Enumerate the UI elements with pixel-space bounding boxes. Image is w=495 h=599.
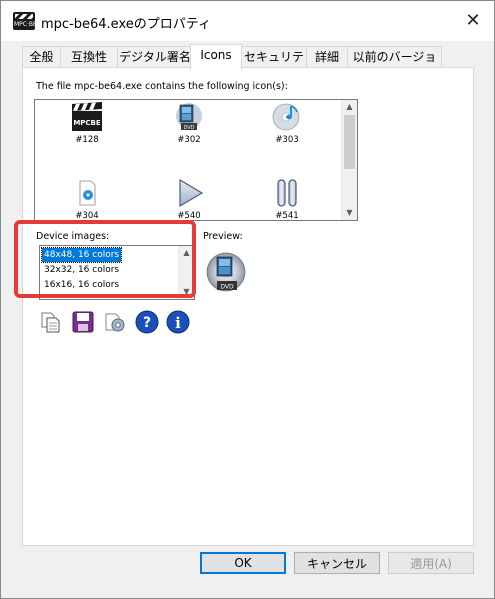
tab-compatibility[interactable]: 互換性 xyxy=(60,46,118,68)
dvd-disc-preview-icon: DVD xyxy=(205,251,247,295)
help-icon[interactable]: ? xyxy=(135,310,159,334)
mpcbe-clapper-icon: MPCBE xyxy=(71,102,103,132)
svg-text:DVD: DVD xyxy=(183,125,194,131)
close-button[interactable]: ✕ xyxy=(460,9,486,33)
tab-details[interactable]: 詳細 xyxy=(306,46,348,68)
play-icon xyxy=(173,178,205,208)
scroll-up-arrow-icon[interactable]: ▲ xyxy=(342,100,357,114)
title-bar: MPC·BE mpc-be64.exeのプロパティ ✕ xyxy=(1,1,494,41)
icon-list-scrollbar[interactable]: ▲ ▼ xyxy=(341,100,357,220)
icon-list[interactable]: MPCBE #128 DVD #302 #303 #304 #540 #541 … xyxy=(34,99,358,221)
svg-text:?: ? xyxy=(143,315,151,331)
icons-header-label: The file mpc-be64.exe contains the follo… xyxy=(36,81,288,92)
pause-icon xyxy=(271,178,303,208)
svg-text:DVD: DVD xyxy=(220,284,234,291)
icon-label: #303 xyxy=(275,135,299,145)
properties-dialog: MPC·BE mpc-be64.exeのプロパティ ✕ 全般 互換性 デジタル署… xyxy=(0,0,495,599)
apply-button[interactable]: 適用(A) xyxy=(388,552,474,574)
icon-item[interactable]: DVD #302 xyxy=(159,102,219,145)
cancel-button[interactable]: キャンセル xyxy=(294,552,380,574)
icons-tab-panel: The file mpc-be64.exe contains the follo… xyxy=(22,67,474,546)
highlight-annotation xyxy=(14,220,196,298)
scroll-down-arrow-icon[interactable]: ▼ xyxy=(342,206,357,220)
copy-icon[interactable] xyxy=(39,310,63,334)
mpc-be-app-icon: MPC·BE xyxy=(13,12,37,30)
dvd-film-icon: DVD xyxy=(173,102,205,132)
icon-item[interactable]: #541 xyxy=(257,178,317,221)
scroll-thumb[interactable] xyxy=(344,115,355,169)
tab-general[interactable]: 全般 xyxy=(22,46,61,68)
ok-button[interactable]: OK xyxy=(200,552,286,574)
audio-file-icon xyxy=(71,178,103,208)
window-title: mpc-be64.exeのプロパティ xyxy=(41,17,211,32)
info-icon[interactable]: i xyxy=(166,310,190,334)
icon-label: #541 xyxy=(275,211,299,221)
tab-digital-signatures[interactable]: デジタル署名 xyxy=(117,46,193,68)
tab-icons[interactable]: Icons xyxy=(190,44,242,70)
save-icon[interactable] xyxy=(71,310,95,334)
preview-label: Preview: xyxy=(203,231,243,242)
icon-item[interactable]: MPCBE #128 xyxy=(57,102,117,145)
tab-security[interactable]: セキュリティ xyxy=(241,46,307,85)
tab-previous-versions[interactable]: 以前のバージョン xyxy=(347,46,442,85)
icon-item[interactable]: #304 xyxy=(57,178,117,220)
icon-label: #302 xyxy=(177,135,201,145)
svg-text:MPCBE: MPCBE xyxy=(73,119,101,127)
svg-text:i: i xyxy=(175,314,181,332)
audio-cd-icon xyxy=(271,102,303,132)
settings-icon[interactable] xyxy=(103,310,127,334)
icon-label: #128 xyxy=(75,135,99,145)
icon-item[interactable]: #303 xyxy=(257,102,317,145)
icon-item[interactable]: #540 xyxy=(159,178,219,220)
